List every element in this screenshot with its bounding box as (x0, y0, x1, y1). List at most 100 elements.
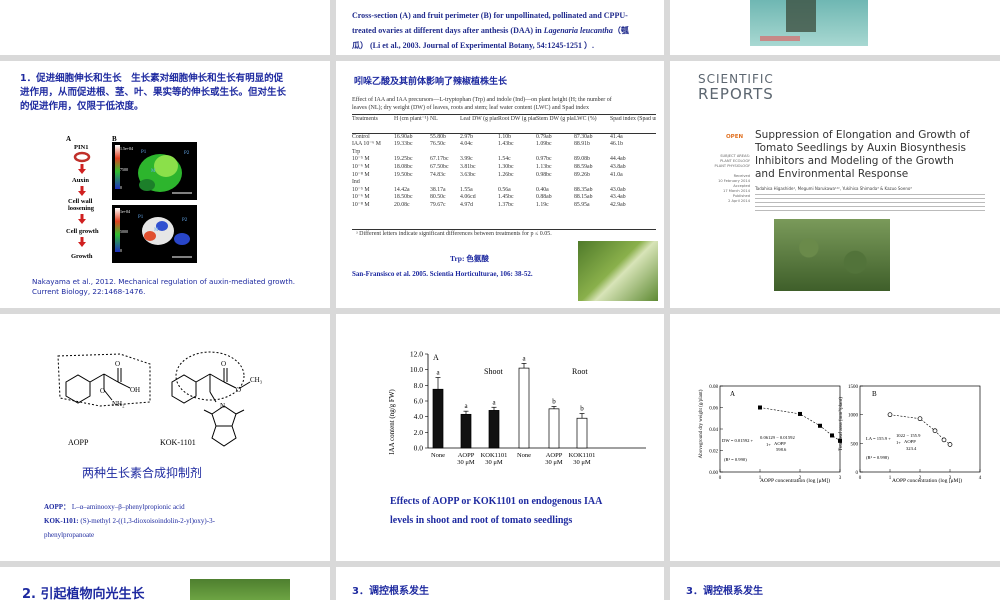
arrow-4-head-icon (78, 242, 86, 247)
table-cell: 1.13bc (536, 163, 552, 170)
iaa-bar-chart: A Shoot Root IAA content (ng/g FW) 0.0 2.… (388, 350, 646, 466)
table-cell: 41.4a (610, 133, 623, 140)
table-cell: 55.80b (430, 133, 446, 140)
data-point (917, 416, 923, 422)
x-tick-label: KOK1101 (481, 452, 508, 459)
caption-line-2: levels in shoot and root of tomato seedl… (390, 515, 573, 526)
table-cell: 16.90ab (394, 133, 413, 140)
table-cell: 19.50bc (394, 171, 413, 178)
slide-3[interactable] (670, 0, 1000, 55)
slide-10-phototropism[interactable]: 2. 引起植物向光生长 (0, 567, 330, 600)
table-cell: 1.37bc (498, 201, 514, 208)
caption-line-3a: 瓜） (352, 41, 368, 50)
table-cell: Ind (352, 179, 360, 186)
growth-label: Growth (71, 253, 93, 260)
y-tick-label: 12.0 (410, 350, 423, 359)
nh2-label: NH₂ (112, 400, 125, 408)
def-aopp-term: AOPP： (44, 503, 71, 511)
def-kok-text-2: phenylpropanoate (44, 531, 95, 539)
auxin-pathway-figure: A B PIN1 Auxin Cell wall loosening Cell … (66, 135, 197, 263)
table-cell (610, 179, 656, 187)
o-label-4: O (236, 386, 241, 394)
table-cell (536, 149, 574, 157)
table-cell: 0.79ab (536, 133, 552, 140)
table-cell (610, 149, 656, 157)
cell-growth-label: Cell growth (66, 228, 99, 235)
table-cell: 76.50c (430, 141, 446, 148)
table-row: 10⁻⁸ M 19.50bc 74.83c 3.63bc 1.26bc 0.98bc 89.… (352, 172, 656, 180)
header-cell: Stem DW (g plant⁻¹) (536, 116, 574, 122)
significance-letter: a (492, 398, 496, 406)
table-cell: 18.50bc (394, 194, 413, 201)
table-row: 10⁻⁵ M 14.42a 38.17a 1.55a 0.56a 0.40a 88.35ab… (352, 187, 656, 195)
table-cell: 10⁻⁸ M (352, 201, 370, 208)
panel-a-label: A (66, 135, 71, 143)
y-tick-label: 2.0 (414, 428, 424, 437)
seedling-photo (774, 219, 890, 291)
pin1-label: PIN1 (74, 144, 88, 151)
table-cell: 88.59ab (574, 163, 593, 170)
table-cell: 4.04c (460, 141, 473, 148)
scale-bottom-mid-label: 5000 (120, 229, 128, 234)
equation-a-5: 598.6 (776, 447, 787, 452)
table-cell: 88.15ab (574, 194, 593, 201)
paper-title-2: Tomato Seedlings by Auxin Biosynthesis (755, 142, 966, 154)
slide-4-cell-elongation[interactable]: 1．促进细胞伸长和生长 生长素对细胞伸长和生长有明显的促 进作用，从而促进根、茎… (0, 61, 330, 308)
slide-9-dose-response[interactable]: A B Aboveground dry weight (g/plant) Tot… (670, 314, 1000, 561)
chemical-structures: OH NH₂ O O O O CH₃ N AOPP KOK-1101 (57, 351, 263, 447)
caption-species: Lagenaria leucantha (543, 26, 613, 35)
table-cell: 89.26b (574, 171, 590, 178)
table-cell: 1.43bc (498, 141, 514, 148)
bar (460, 413, 472, 449)
table-row: Trp (352, 149, 656, 157)
root-image (750, 0, 868, 46)
significance-letter: b (552, 397, 556, 405)
table-cell (498, 149, 536, 157)
auxin-label: Auxin (72, 177, 89, 184)
p1-bottom-label: P1 (138, 215, 144, 220)
table-cell: 43.4ab (610, 194, 626, 201)
table-cell: 10⁻⁸ M (352, 171, 370, 178)
slide-title: 两种生长素合成抑制剂 (82, 466, 203, 480)
plant-photo (190, 579, 290, 600)
slide-11-root-formation[interactable]: 3．调控根系发生 (336, 567, 664, 600)
table-cell: 1.10b (498, 133, 512, 140)
slide-6-scientific-reports[interactable]: SCIENTIFIC REPORTS OPEN Suppression of E… (670, 61, 1000, 308)
y-label-a: Aboveground dry weight (g/plant) (699, 389, 704, 458)
table-cell: Control (352, 133, 370, 140)
author-list: Tadahisa Higashide¹, Megumi Narukawa¹²²,… (755, 186, 912, 191)
slide-title: 3．调控根系发生 (352, 586, 429, 597)
slide-5-iaa-pepper-table[interactable]: 吲哚乙酸及其前体影响了辣椒植株生长 Effect of IAA and IAA … (336, 61, 664, 308)
kok-label: KOK-1101 (160, 438, 196, 447)
slide-1[interactable] (0, 0, 330, 55)
p2-top-label: P2 (184, 151, 190, 156)
bar (548, 408, 560, 449)
citation: San-Fransisco et al. 2005. Scientia Hort… (352, 270, 533, 278)
table-cell: 0.88ab (536, 194, 552, 201)
x-label-b: AOPP concentration (log [μM]) (892, 477, 962, 484)
equation-b-5: 323.4 (906, 446, 917, 451)
header-cell: Spad index (Spad units) (610, 116, 656, 122)
significance-letter: b (580, 405, 584, 413)
table-cell: Trp (352, 148, 361, 155)
paper-title-3: Inhibitors and Modeling of the Growth (755, 155, 954, 167)
table-cell: 2.97b (460, 133, 474, 140)
table-cell: 1.45bc (498, 194, 514, 201)
slide-12-root-formation[interactable]: 3．调控根系发生 (670, 567, 1000, 600)
slide-7-inhibitor-structures[interactable]: OH NH₂ O O O O CH₃ N AOPP KOK-1101 两种生长素… (0, 314, 330, 561)
p2-bottom-label: P2 (182, 218, 188, 223)
y-tick-label: 0.0 (414, 444, 424, 453)
table-caption-line-1: Effect of IAA and IAA precursors—L-trypt… (352, 97, 612, 103)
table-cell: 3.63bc (460, 171, 476, 178)
table-cell: 46.1b (610, 141, 624, 148)
slide-8-iaa-bar-chart[interactable]: A Shoot Root IAA content (ng/g FW) 0.0 2.… (336, 314, 664, 561)
y-tick-label: 10.0 (410, 365, 423, 374)
table-cell: 1.09bc (536, 141, 552, 148)
x-tick-label: 0 (719, 476, 722, 481)
affiliation-lines (755, 194, 985, 212)
slide-2-fruit-caption[interactable]: Cross-section (A) and fruit perimeter (B… (336, 0, 664, 55)
x-tick-label: 4 (979, 476, 982, 481)
equation-b-3: 1+ (896, 440, 901, 445)
table-cell: 42.9ab (610, 201, 626, 208)
caption-line-1: Cross-section (A) and fruit perimeter (B… (352, 11, 628, 20)
